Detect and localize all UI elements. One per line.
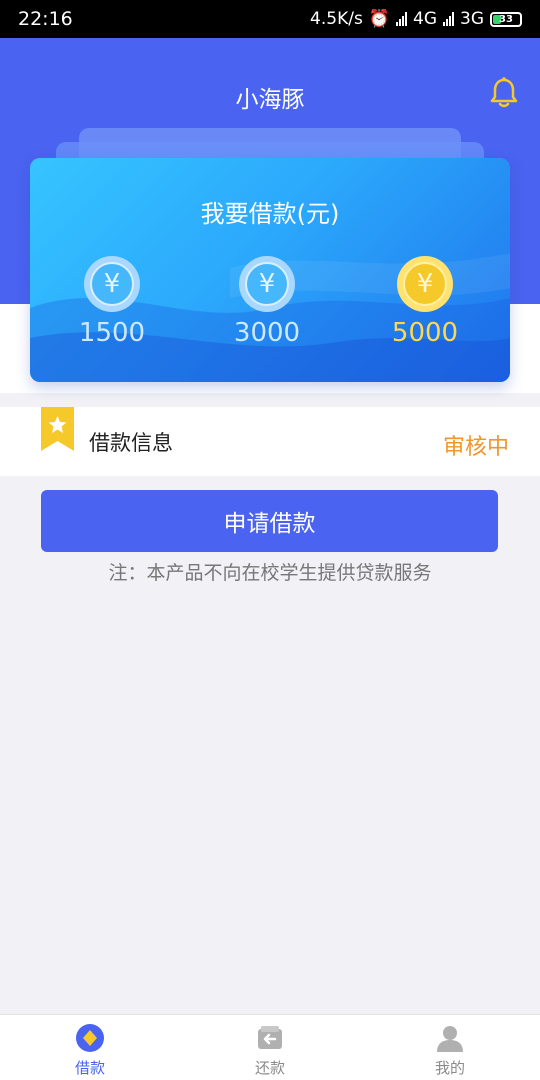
- status-bar: 22:16 4.5K/s ⏰ 4G 3G 33: [0, 0, 540, 38]
- loan-status-badge: 审核中: [442, 435, 509, 460]
- yuan-coin-icon: ¥: [84, 256, 140, 312]
- amount-value: 1500: [78, 318, 146, 348]
- loan-info-row[interactable]: 借款信息 审核中: [0, 407, 540, 476]
- amount-option-5000[interactable]: ¥ 5000: [365, 256, 485, 348]
- tab-label: 还款: [254, 1059, 285, 1077]
- tab-label: 借款: [74, 1059, 105, 1077]
- amount-value-selected: 5000: [391, 318, 459, 348]
- apply-loan-button[interactable]: 申请借款: [41, 490, 498, 552]
- tab-borrow[interactable]: 借款: [0, 1015, 180, 1080]
- yuan-coin-icon-selected: ¥: [397, 256, 453, 312]
- loan-info-label: 借款信息: [89, 431, 173, 455]
- disclaimer-note: 注：本产品不向在校学生提供贷款服务: [108, 562, 432, 584]
- star-bookmark-icon: [41, 407, 74, 451]
- profile-icon: [437, 1026, 463, 1052]
- amount-option-3000[interactable]: ¥ 3000: [207, 256, 327, 348]
- yuan-coin-icon: ¥: [239, 256, 295, 312]
- loan-amount-card: 我要借款(元) ¥ 1500 ¥ 3000 ¥ 5000: [30, 158, 510, 382]
- card-title: 我要借款(元): [200, 200, 340, 228]
- battery-level: 33: [499, 13, 513, 25]
- status-indicators: 4.5K/s ⏰ 4G 3G 33: [310, 9, 522, 29]
- network-type-1: 4G: [413, 9, 437, 29]
- repay-icon: [258, 1026, 282, 1049]
- network-type-2: 3G: [460, 9, 484, 29]
- tab-profile[interactable]: 我的: [360, 1015, 540, 1080]
- network-speed: 4.5K/s: [310, 9, 363, 29]
- bell-icon[interactable]: [488, 76, 520, 110]
- signal-icon-2: [443, 12, 454, 26]
- borrow-icon: [76, 1024, 104, 1052]
- amount-value: 3000: [233, 318, 301, 348]
- alarm-icon: ⏰: [368, 9, 390, 29]
- battery-icon: 33: [490, 11, 522, 27]
- tab-label: 我的: [434, 1059, 465, 1077]
- bottom-tab-bar: 借款 还款 我的: [0, 1014, 540, 1080]
- signal-icon: [396, 12, 407, 26]
- tab-repay[interactable]: 还款: [180, 1015, 360, 1080]
- status-time: 22:16: [18, 8, 73, 30]
- amount-option-1500[interactable]: ¥ 1500: [52, 256, 172, 348]
- page-title: 小海豚: [235, 87, 305, 113]
